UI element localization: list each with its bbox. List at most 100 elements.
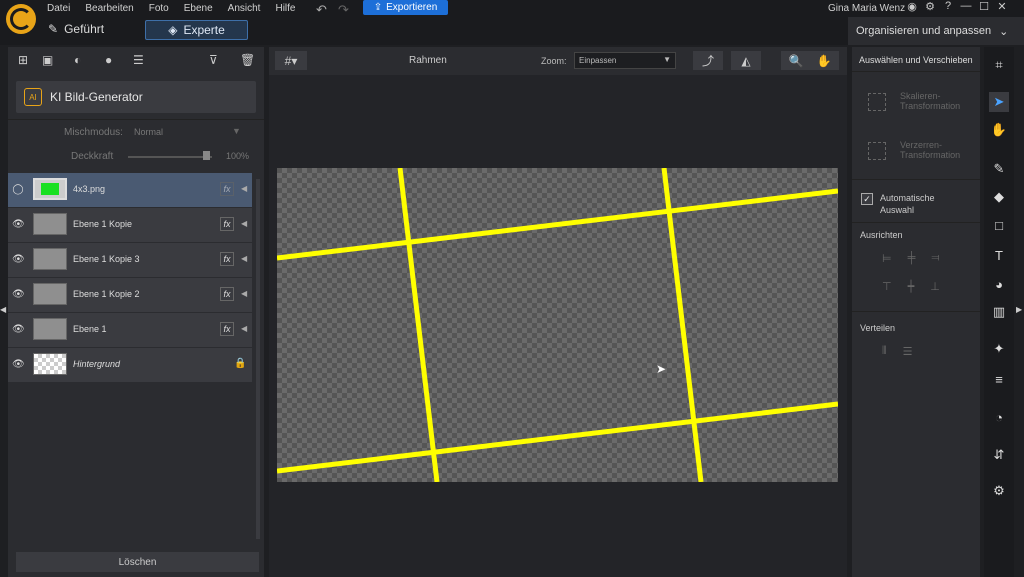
collapse-right-icon[interactable]: ▶ — [1016, 305, 1022, 314]
eye-icon[interactable]: 👁 — [12, 289, 25, 300]
align-right-icon[interactable]: ⫤ — [931, 252, 939, 265]
eye-icon[interactable]: 👁 — [12, 254, 25, 265]
layer-thumbnail — [33, 353, 67, 375]
organize-dropdown[interactable]: Organisieren und anpassen ⌄ — [848, 17, 1024, 45]
distort-transform-button[interactable]: Verzerren- Transformation — [868, 140, 960, 160]
avatar-icon[interactable]: ◉ — [903, 0, 921, 13]
shape-icon[interactable]: □ — [989, 215, 1009, 235]
redo-icon[interactable]: ↷ — [338, 2, 349, 18]
distribute-vertical-icon[interactable]: ☰ — [903, 345, 913, 358]
magnifier-icon[interactable]: 🔍 — [781, 51, 811, 70]
eraser-icon[interactable]: ◆ — [989, 187, 1009, 207]
text-icon[interactable]: T — [989, 245, 1009, 265]
move-tool-icon[interactable]: ➤ — [989, 92, 1009, 112]
trash-icon[interactable]: 🗑 — [240, 53, 255, 67]
grid-icon[interactable]: #▾ — [275, 51, 307, 70]
layer-row[interactable]: 👁 Hintergrund 🔒 — [8, 348, 252, 382]
import-icon[interactable]: ⇵ — [989, 445, 1009, 465]
color-icon[interactable]: ◔ — [989, 407, 1009, 427]
align-middle-icon[interactable]: ┿ — [908, 280, 915, 293]
adjust-sliders-icon[interactable]: ≡ — [989, 369, 1009, 389]
organize-label: Organisieren und anpassen — [856, 25, 992, 37]
magic-wand-icon[interactable]: ✦ — [989, 339, 1009, 359]
mode-guided-button[interactable]: ✎ Geführt — [48, 22, 104, 36]
fx-icon[interactable]: fx — [220, 287, 234, 301]
layer-row[interactable]: 👁 Ebene 1 fx ◀ — [8, 313, 252, 347]
chevron-down-icon[interactable]: ▼ — [232, 126, 241, 136]
chevron-down-icon: ⌄ — [999, 25, 1009, 38]
opacity-label: Deckkraft — [71, 151, 114, 162]
menu-foto[interactable]: Foto — [149, 3, 169, 14]
gear-icon[interactable]: ⚙ — [921, 0, 939, 13]
caret-left-icon[interactable]: ◀ — [241, 219, 247, 228]
align-bottom-icon[interactable]: ⊥ — [930, 280, 940, 293]
fx-icon[interactable]: fx — [220, 322, 234, 336]
layer-thumbnail — [33, 213, 67, 235]
menu-bearbeiten[interactable]: Bearbeiten — [85, 3, 133, 14]
undo-icon[interactable]: ↶ — [316, 2, 327, 18]
align-left-icon[interactable]: ⊨ — [882, 252, 892, 265]
delete-button[interactable]: Löschen — [16, 552, 259, 572]
crop-icon[interactable]: ⌗ — [989, 55, 1009, 75]
hand-icon[interactable]: ✋ — [809, 51, 839, 70]
flip-icon[interactable]: ◭ — [731, 51, 761, 70]
menu-hilfe[interactable]: Hilfe — [275, 3, 295, 14]
eye-icon[interactable]: 👁 — [12, 359, 25, 370]
menu-ebene[interactable]: Ebene — [184, 3, 213, 14]
auto-select-checkbox[interactable]: ✓ — [861, 193, 873, 205]
eye-icon[interactable]: 👁 — [12, 324, 25, 335]
caret-left-icon[interactable]: ◀ — [241, 184, 247, 193]
caret-left-icon[interactable]: ◀ — [241, 289, 247, 298]
rotate-icon[interactable]: ⤴ — [693, 51, 723, 70]
layer-row[interactable]: 👁 Ebene 1 Kopie 3 fx ◀ — [8, 243, 252, 277]
minimize-icon[interactable]: — — [957, 0, 975, 13]
fx-icon[interactable]: fx — [220, 217, 234, 231]
maximize-icon[interactable]: ☐ — [975, 0, 993, 13]
blend-mode-select[interactable]: Normal — [134, 127, 163, 137]
gradient-icon[interactable]: ▥ — [989, 302, 1009, 322]
user-name: Gina Maria Wenz — [828, 3, 906, 14]
zoom-select[interactable]: Einpassen ▼ — [574, 52, 676, 69]
layer-row[interactable]: 👁 Ebene 1 Kopie fx ◀ — [8, 208, 252, 242]
close-icon[interactable]: ✕ — [993, 0, 1011, 13]
layers-icon: ◈ — [168, 23, 178, 37]
caret-left-icon[interactable]: ◀ — [241, 324, 247, 333]
frame-line-left — [397, 168, 440, 482]
new-layer-icon[interactable]: ⊞ — [18, 53, 28, 67]
layers-scrollbar[interactable] — [256, 179, 260, 539]
image-canvas[interactable] — [277, 168, 838, 482]
eye-icon[interactable]: ◯ — [12, 184, 24, 195]
filter-icon[interactable]: ⊽ — [209, 53, 218, 67]
eye-icon[interactable]: 👁 — [12, 219, 25, 230]
menu-ansicht[interactable]: Ansicht — [228, 3, 261, 14]
distribute-row: ⫴ ☰ — [882, 345, 913, 358]
help-icon[interactable]: ? — [939, 0, 957, 13]
layer-name: Ebene 1 Kopie — [73, 219, 133, 229]
align-top-icon[interactable]: ⊤ — [882, 280, 892, 293]
opacity-slider-thumb[interactable] — [203, 151, 210, 160]
menu-datei[interactable]: Datei — [47, 3, 70, 14]
layer-row[interactable]: ◯ 4x3.png fx ◀ — [8, 173, 252, 207]
scale-transform-button[interactable]: Skalieren- Transformation — [868, 91, 960, 111]
brush-icon[interactable]: ✎ — [989, 159, 1009, 179]
export-button[interactable]: ⇪ Exportieren — [363, 0, 448, 15]
zoom-label: Zoom: — [541, 56, 567, 66]
opacity-slider[interactable] — [128, 156, 212, 158]
collapse-left-icon[interactable]: ◀ — [0, 305, 6, 314]
layer-options-icon[interactable]: ☰ — [133, 53, 144, 67]
add-image-icon[interactable]: ▣ — [42, 53, 53, 67]
adjustment-icon[interactable]: ◐ — [74, 53, 81, 67]
align-center-icon[interactable]: ╪ — [908, 252, 916, 265]
distribute-horizontal-icon[interactable]: ⫴ — [882, 345, 887, 358]
mask-icon[interactable]: ● — [105, 53, 112, 67]
ki-generator-button[interactable]: AI KI Bild-Generator — [16, 81, 256, 113]
caret-left-icon[interactable]: ◀ — [241, 254, 247, 263]
fx-icon[interactable]: fx — [220, 182, 234, 196]
paint-bucket-icon[interactable]: ◕ — [989, 274, 1009, 294]
fx-icon[interactable]: fx — [220, 252, 234, 266]
selection-brush-icon[interactable]: ✋ — [989, 120, 1009, 140]
lock-icon[interactable]: 🔒 — [234, 358, 246, 369]
mode-expert-button[interactable]: ◈ Experte — [145, 20, 248, 40]
settings-gear-icon[interactable]: ⚙ — [989, 481, 1009, 501]
layer-row[interactable]: 👁 Ebene 1 Kopie 2 fx ◀ — [8, 278, 252, 312]
